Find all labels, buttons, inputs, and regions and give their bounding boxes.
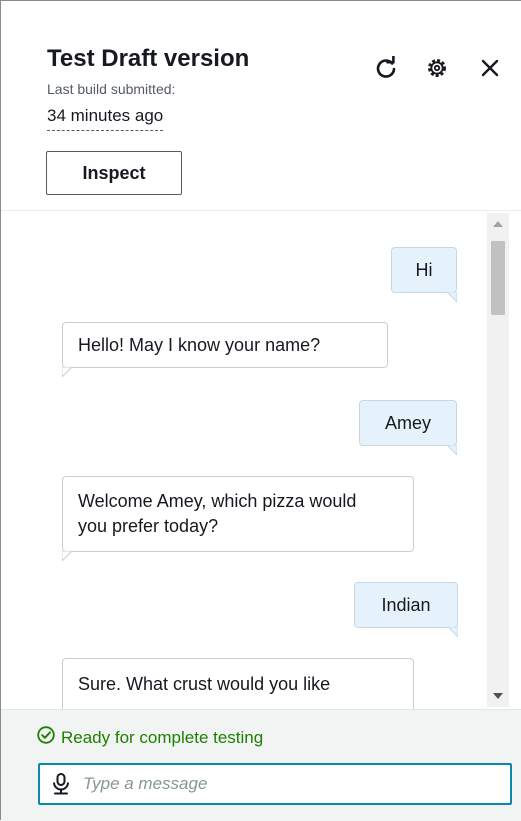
chat-message-bot: Welcome Amey, which pizza would you pref… bbox=[62, 476, 414, 561]
scroll-up-arrow-icon[interactable] bbox=[487, 213, 509, 235]
panel-title: Test Draft version bbox=[47, 45, 250, 72]
message-input[interactable] bbox=[83, 765, 510, 803]
chat-message-bot: Hello! May I know your name? bbox=[62, 322, 388, 377]
chat-message-bot: Sure. What crust would you like bbox=[62, 658, 414, 709]
message-text: Sure. What crust would you like bbox=[78, 674, 331, 694]
close-icon[interactable] bbox=[477, 55, 503, 81]
build-submitted-label: Last build submitted: bbox=[47, 81, 176, 97]
message-text: Welcome Amey, which pizza would you pref… bbox=[78, 491, 357, 536]
build-time-ago[interactable]: 34 minutes ago bbox=[47, 106, 164, 131]
status-text: Ready for complete testing bbox=[61, 727, 264, 747]
refresh-icon[interactable] bbox=[373, 55, 399, 81]
message-text: Hello! May I know your name? bbox=[78, 334, 321, 355]
status-indicator: Ready for complete testing bbox=[37, 726, 263, 749]
scroll-down-arrow-icon[interactable] bbox=[487, 685, 509, 707]
message-text: Indian bbox=[381, 594, 431, 615]
gear-icon[interactable] bbox=[424, 55, 450, 81]
chat-message-user: Hi bbox=[391, 247, 457, 302]
inspect-button[interactable]: Inspect bbox=[46, 151, 182, 195]
check-circle-icon bbox=[37, 726, 55, 749]
message-text: Hi bbox=[415, 259, 433, 280]
chat-message-user: Amey bbox=[359, 400, 457, 455]
scrollbar-thumb[interactable] bbox=[491, 241, 505, 315]
message-text: Amey bbox=[384, 412, 431, 433]
microphone-icon[interactable] bbox=[51, 773, 71, 795]
chat-transcript[interactable]: Hi Hello! May I know your name? Amey Wel… bbox=[1, 211, 521, 709]
chat-footer: Ready for complete testing bbox=[1, 709, 521, 821]
chat-message-user: Indian bbox=[354, 582, 458, 637]
test-chat-panel: Test Draft version Last build submitted:… bbox=[0, 0, 521, 821]
panel-header: Test Draft version Last build submitted:… bbox=[1, 1, 521, 211]
message-input-container[interactable] bbox=[38, 763, 512, 805]
chat-scrollbar[interactable] bbox=[487, 213, 509, 707]
